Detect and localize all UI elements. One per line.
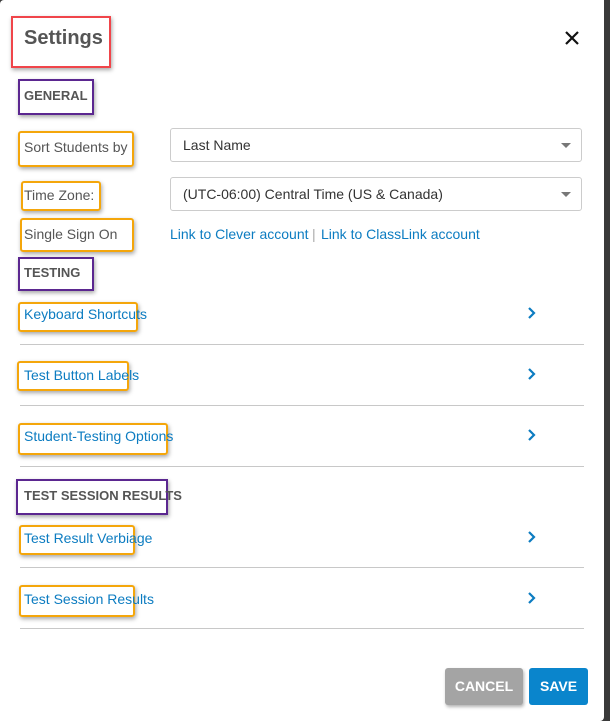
settings-dialog: Settings GENERAL Sort Students by Last N…: [0, 0, 604, 721]
divider: [20, 628, 584, 629]
section-heading-general: GENERAL: [24, 88, 88, 103]
time-zone-select[interactable]: (UTC-06:00) Central Time (US & Canada): [170, 177, 582, 211]
sort-students-value: Last Name: [183, 137, 251, 153]
time-zone-label: Time Zone:: [24, 187, 95, 203]
sort-students-label: Sort Students by: [24, 139, 128, 155]
settings-row-student-testing-options[interactable]: Student-Testing Options: [20, 405, 584, 465]
chevron-right-icon: [528, 531, 536, 543]
chevron-right-icon: [528, 592, 536, 604]
close-button[interactable]: [561, 27, 583, 49]
settings-row-test-button-labels[interactable]: Test Button Labels: [20, 344, 584, 404]
chevron-right-icon: [528, 429, 536, 441]
row-label: Keyboard Shortcuts: [24, 306, 147, 322]
classlink-link[interactable]: Link to ClassLink account: [321, 226, 480, 242]
clever-link[interactable]: Link to Clever account: [170, 226, 309, 242]
row-label: Test Button Labels: [24, 367, 140, 383]
settings-row-test-session-results[interactable]: Test Session Results: [20, 567, 584, 627]
section-heading-testing: TESTING: [24, 265, 81, 280]
dropdown-caret-icon: [561, 143, 571, 148]
section-heading-test-session-results: TEST SESSION RESULTS: [24, 488, 182, 503]
chevron-right-icon: [528, 307, 536, 319]
dropdown-caret-icon: [561, 192, 571, 197]
settings-row-test-result-verbiage[interactable]: Test Result Verbiage: [20, 506, 584, 566]
row-label: Test Session Results: [24, 591, 154, 607]
sort-students-select[interactable]: Last Name: [170, 128, 582, 162]
link-separator: |: [312, 226, 316, 242]
row-label: Student-Testing Options: [24, 428, 174, 444]
divider: [20, 466, 584, 467]
chevron-right-icon: [528, 368, 536, 380]
dialog-title: Settings: [24, 27, 103, 49]
save-button[interactable]: SAVE: [529, 668, 588, 705]
settings-row-keyboard-shortcuts[interactable]: Keyboard Shortcuts: [20, 283, 584, 343]
sso-label: Single Sign On: [24, 226, 118, 242]
row-label: Test Result Verbiage: [24, 530, 153, 546]
time-zone-value: (UTC-06:00) Central Time (US & Canada): [183, 186, 443, 202]
cancel-button[interactable]: CANCEL: [445, 668, 523, 705]
close-icon: [565, 31, 579, 45]
